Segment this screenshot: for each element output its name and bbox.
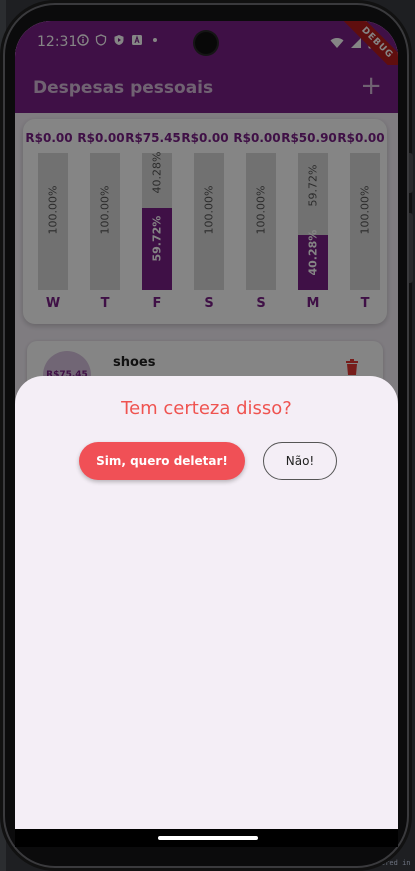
delete-confirm-sheet: Tem certeza disso? Sim, quero deletar! N… — [15, 376, 398, 847]
confirm-title: Tem certeza disso? — [121, 398, 292, 419]
phone-screen: 12:31 DEBUG Despesas pessoais + R$0.00 1… — [15, 21, 398, 847]
gesture-handle[interactable] — [158, 836, 258, 840]
phone-frame: 12:31 DEBUG Despesas pessoais + R$0.00 1… — [3, 3, 413, 868]
power-button — [409, 213, 413, 283]
cancel-delete-button[interactable]: Não! — [263, 442, 337, 480]
volume-button — [409, 153, 413, 193]
confirm-delete-button[interactable]: Sim, quero deletar! — [79, 442, 245, 480]
navigation-bar — [15, 829, 398, 847]
